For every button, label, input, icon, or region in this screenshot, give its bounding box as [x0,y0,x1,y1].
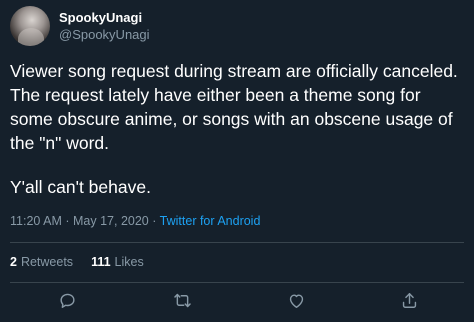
share-icon [402,292,416,308]
reply-icon [59,293,75,308]
tweet-paragraph: Viewer song request during stream are of… [10,61,458,153]
user-handle[interactable]: @SpookyUnagi [59,26,150,43]
retweet-icon [173,293,191,307]
tweet-time[interactable]: 11:20 AM [10,214,62,228]
like-button[interactable] [285,289,307,311]
likes-count: 111 [91,255,111,269]
retweets-label: Retweets [20,255,74,269]
tweet-text: Viewer song request during stream are of… [10,59,460,199]
tweet-meta: 11:20 AM · May 17, 2020 · Twitter for An… [10,213,260,229]
retweets-count: 2 [10,255,17,269]
reply-button[interactable] [56,289,78,311]
avatar[interactable] [10,6,50,46]
meta-separator: · [152,214,160,228]
meta-separator: · [65,214,74,228]
user-names: SpookyUnagi @SpookyUnagi [59,9,150,43]
tweet-paragraph: Y'all can't behave. [10,177,151,197]
tweet-date[interactable]: May 17, 2020 [73,214,149,228]
tweet-header: SpookyUnagi @SpookyUnagi [10,6,150,46]
tweet-source-link[interactable]: Twitter for Android [160,214,261,228]
heart-icon [289,293,303,308]
retweet-button[interactable] [171,289,193,311]
likes-label: Likes [114,255,144,269]
tweet-card: SpookyUnagi @SpookyUnagi Viewer song req… [0,0,474,322]
tweet-stats: 2 Retweets 111 Likes [10,254,144,270]
share-button[interactable] [398,289,420,311]
divider [10,242,464,243]
retweets-stat[interactable]: 2 Retweets [10,254,73,270]
display-name[interactable]: SpookyUnagi [59,9,150,26]
divider [10,282,464,283]
likes-stat[interactable]: 111 Likes [91,254,144,270]
action-bar [0,287,474,315]
